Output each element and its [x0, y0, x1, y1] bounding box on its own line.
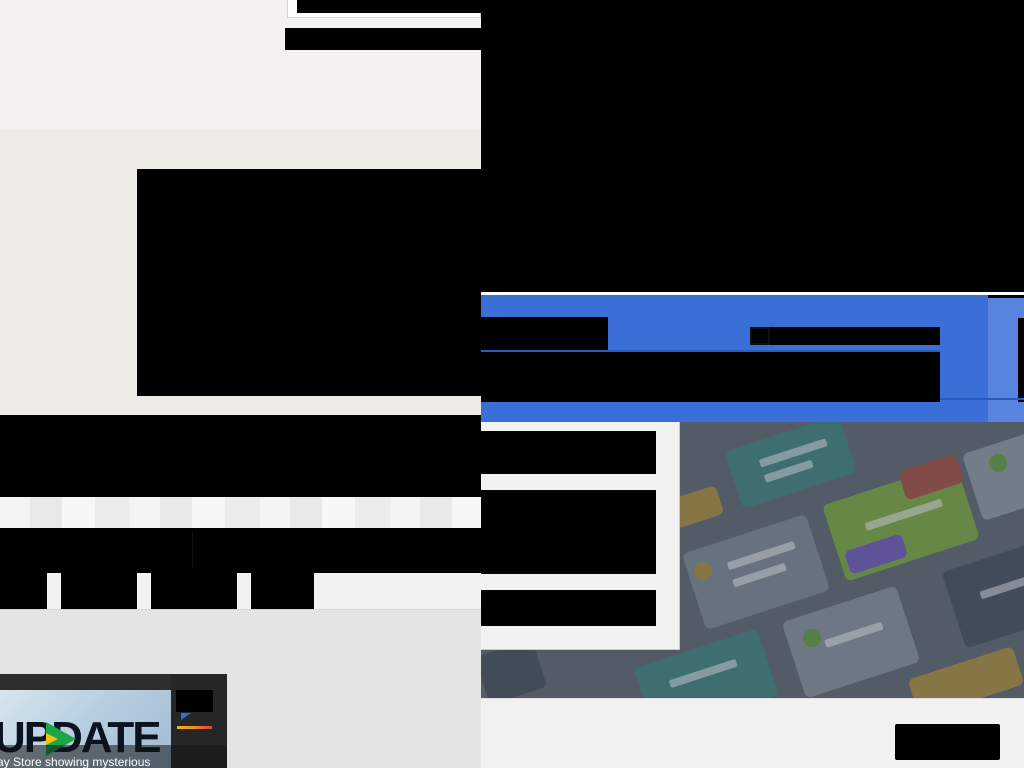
right-action-icon[interactable] — [750, 327, 770, 345]
right-panel-item-2[interactable] — [481, 490, 656, 574]
right-redacted-description — [481, 352, 940, 402]
left-search-field-redacted — [297, 0, 481, 13]
right-redacted-top — [481, 0, 1024, 292]
right-panel-item-3[interactable] — [481, 590, 656, 626]
left-redacted-label — [285, 28, 481, 50]
right-redacted-title — [481, 317, 608, 350]
left-window-top-area — [0, 0, 481, 130]
left-tab-4[interactable] — [251, 573, 314, 609]
news-card-color-bar — [177, 726, 212, 729]
news-card-redacted-label — [176, 690, 213, 712]
right-panel-item-1[interactable] — [481, 431, 656, 474]
left-tab-3[interactable] — [151, 573, 237, 609]
left-pixelated-row — [0, 497, 481, 528]
right-footer-button[interactable] — [895, 724, 1000, 760]
left-menu-divider — [192, 532, 193, 568]
left-redacted-menu — [0, 528, 481, 573]
left-redacted-banner — [0, 415, 481, 497]
left-redacted-media — [137, 169, 481, 396]
left-tab-2[interactable] — [61, 573, 137, 609]
news-caption[interactable]: ay Store showing mysterious — [0, 755, 227, 768]
left-tab-1[interactable] — [0, 573, 47, 609]
right-header-side-redacted — [1018, 318, 1024, 402]
right-redacted-action[interactable] — [750, 327, 940, 345]
